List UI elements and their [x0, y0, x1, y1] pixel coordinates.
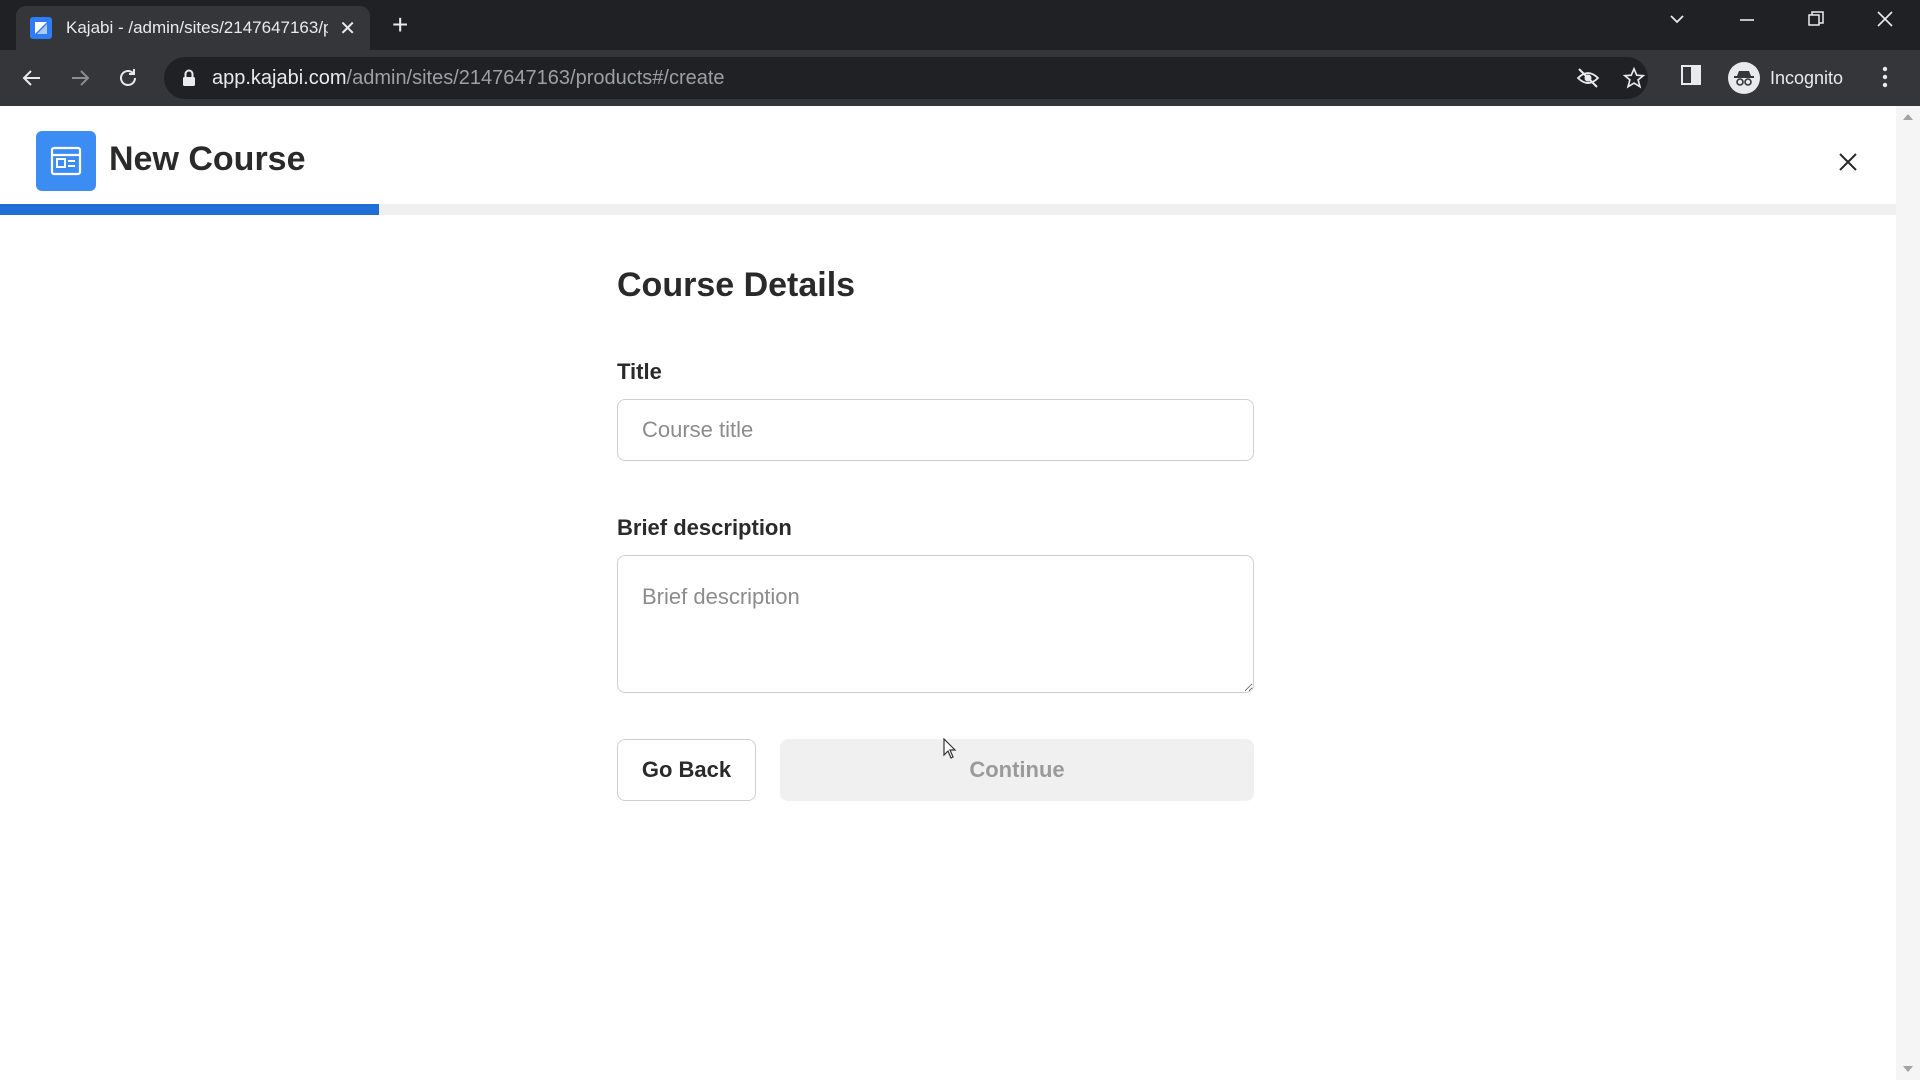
incognito-icon: [1728, 62, 1760, 94]
restore-icon[interactable]: [1807, 10, 1825, 34]
form-actions: Go Back Continue: [617, 739, 1254, 801]
tab-close-icon[interactable]: ✕: [339, 16, 356, 41]
title-label: Title: [617, 359, 662, 384]
kajabi-logo-icon: [30, 17, 52, 39]
profile-label: Incognito: [1770, 67, 1844, 88]
browser-menu-icon[interactable]: [1882, 66, 1888, 93]
tab-search-icon[interactable]: [1668, 10, 1686, 34]
progress-fill: [0, 204, 380, 215]
continue-button[interactable]: Continue: [780, 739, 1254, 801]
address-bar[interactable]: app.kajabi.com/admin/sites/2147647163/pr…: [164, 57, 1648, 99]
course-details-form: Course Details Title Brief description G…: [617, 266, 1254, 801]
eye-off-icon[interactable]: [1576, 67, 1600, 94]
course-builder-icon: [36, 131, 96, 191]
url-host: app.kajabi.com: [212, 67, 347, 89]
incognito-profile-button[interactable]: Incognito: [1722, 57, 1859, 99]
page-content: New Course Course Details Title Brief de…: [0, 106, 1896, 1080]
forward-arrow-icon[interactable]: [64, 62, 96, 94]
scroll-up-icon[interactable]: [1903, 114, 1913, 120]
progress-bar: [0, 204, 1896, 215]
mouse-cursor-icon: [943, 737, 957, 765]
lock-icon[interactable]: [182, 69, 196, 92]
url-text[interactable]: app.kajabi.com/admin/sites/2147647163/pr…: [212, 67, 725, 90]
url-path: /admin/sites/2147647163/products#/create: [346, 67, 725, 89]
page-scrollbar[interactable]: [1896, 106, 1920, 1080]
bookmark-star-icon[interactable]: [1622, 66, 1646, 94]
description-label: Brief description: [617, 515, 792, 540]
window-close-icon[interactable]: [1876, 10, 1894, 34]
browser-toolbar: app.kajabi.com/admin/sites/2147647163/pr…: [0, 50, 1920, 106]
course-title-input[interactable]: [617, 399, 1254, 461]
back-arrow-icon[interactable]: [16, 62, 48, 94]
go-back-button[interactable]: Go Back: [617, 739, 756, 801]
form-heading: Course Details: [617, 266, 856, 304]
minimize-icon[interactable]: [1738, 10, 1756, 34]
brief-description-input[interactable]: [617, 555, 1254, 693]
page-title: New Course: [109, 140, 306, 178]
browser-tab[interactable]: Kajabi - /admin/sites/2147647163/product…: [16, 6, 370, 50]
side-panel-icon[interactable]: [1680, 64, 1702, 91]
close-icon[interactable]: [1832, 146, 1864, 178]
browser-tab-strip: Kajabi - /admin/sites/2147647163/product…: [0, 0, 1920, 50]
tab-title: Kajabi - /admin/sites/2147647163/product…: [66, 18, 328, 37]
reload-icon[interactable]: [112, 62, 144, 94]
new-tab-icon[interactable]: +: [392, 11, 408, 39]
page-header: New Course: [0, 106, 1896, 204]
scroll-down-icon[interactable]: [1903, 1066, 1913, 1072]
